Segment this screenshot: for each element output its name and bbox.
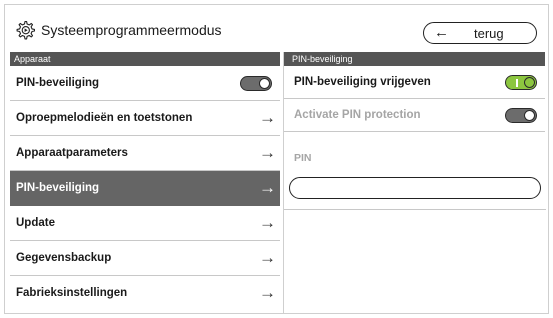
- enable-pin-row: PIN-beveiliging vrijgeven: [284, 66, 545, 99]
- menu-item-label: PIN-beveiliging: [16, 182, 100, 194]
- toggle-knob: [524, 77, 535, 88]
- page-title: Systeemprogrammeermodus: [41, 22, 222, 38]
- toggle-on-indicator: [516, 79, 518, 87]
- toggle-knob: [524, 110, 535, 121]
- toggle-knob: [259, 78, 270, 89]
- pin-protection-panel: PIN-beveiliging PIN-beveiliging vrijgeve…: [283, 52, 546, 314]
- menu-item-pin-protection-toggle[interactable]: PIN-beveiliging: [10, 66, 280, 101]
- section-header-device: Apparaat: [10, 52, 280, 66]
- enable-pin-label: PIN-beveiliging vrijgeven: [294, 76, 431, 88]
- activate-pin-row: Activate PIN protection: [284, 99, 545, 132]
- arrow-right-icon: →: [259, 248, 276, 267]
- menu-item-label: Update: [16, 217, 55, 229]
- pin-protection-toggle[interactable]: [240, 76, 272, 91]
- device-menu: Apparaat PIN-beveiliging Oproepmelodieën…: [10, 52, 280, 314]
- arrow-right-icon: →: [259, 178, 276, 197]
- menu-item-ringtones[interactable]: Oproepmelodieën en toetstonen →: [10, 101, 280, 136]
- menu-item-device-parameters[interactable]: Apparaatparameters →: [10, 136, 280, 171]
- enable-pin-toggle[interactable]: [505, 75, 537, 90]
- pin-field-label: PIN: [294, 152, 312, 164]
- arrow-right-icon: →: [259, 143, 276, 162]
- menu-item-pin-protection[interactable]: PIN-beveiliging →: [10, 171, 280, 206]
- pin-input[interactable]: [289, 177, 541, 199]
- arrow-right-icon: →: [259, 108, 276, 127]
- menu-item-label: Fabrieksinstellingen: [16, 287, 128, 299]
- menu-item-factory-settings[interactable]: Fabrieksinstellingen →: [10, 276, 280, 311]
- app-window: Systeemprogrammeermodus ← terug Apparaat…: [4, 4, 549, 314]
- back-button-label: terug: [474, 26, 504, 41]
- activate-pin-toggle[interactable]: [505, 108, 537, 123]
- header-bar: Systeemprogrammeermodus ← terug: [5, 5, 550, 51]
- menu-item-label: Gegevensbackup: [16, 252, 112, 264]
- divider: [284, 209, 546, 210]
- menu-item-label: Oproepmelodieën en toetstonen: [16, 112, 193, 124]
- back-button[interactable]: ← terug: [423, 22, 537, 44]
- arrow-right-icon: →: [259, 213, 276, 232]
- menu-item-update[interactable]: Update →: [10, 206, 280, 241]
- activate-pin-label: Activate PIN protection: [294, 109, 421, 121]
- menu-item-label: PIN-beveiliging: [16, 77, 100, 89]
- arrow-left-icon: ←: [434, 24, 449, 41]
- menu-item-data-backup[interactable]: Gegevensbackup →: [10, 241, 280, 276]
- gear-icon: [16, 20, 35, 40]
- section-header-pin-protection: PIN-beveiliging: [284, 52, 545, 66]
- menu-item-label: Apparaatparameters: [16, 147, 128, 159]
- arrow-right-icon: →: [259, 283, 276, 302]
